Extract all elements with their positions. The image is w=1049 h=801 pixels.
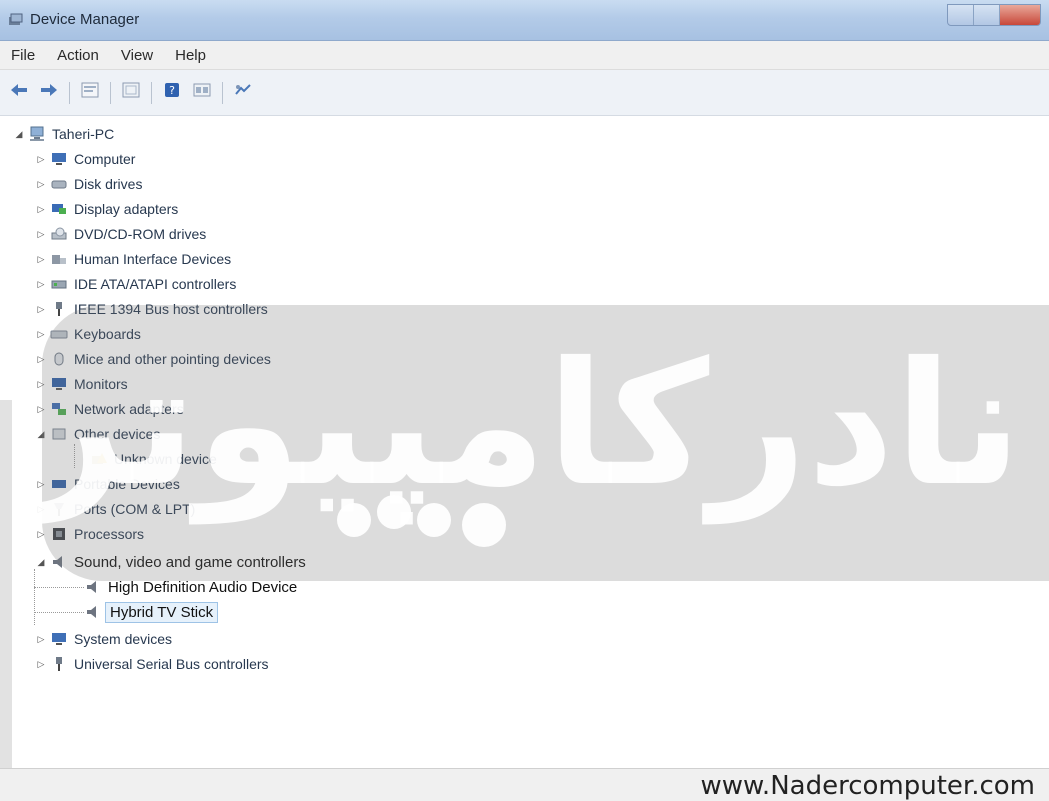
tree-item-label: Human Interface Devices [74, 251, 232, 267]
tree-root-label: Taheri-PC [52, 126, 115, 142]
system-device-icon [50, 630, 68, 648]
watermark-overlay: نادرکامپیوتر [26, 305, 1049, 581]
update-driver-icon [234, 82, 252, 103]
tree-connector [34, 612, 84, 613]
computer-root-icon [28, 125, 46, 143]
expand-arrow-icon[interactable]: ▷ [36, 254, 46, 265]
tree-item-system-devices[interactable]: ▷ System devices [36, 627, 173, 651]
title-bar: Device Manager [0, 0, 1049, 41]
hid-icon [50, 250, 68, 268]
tree-item-human-interface-devices[interactable]: ▷ Human Interface Devices [36, 247, 232, 271]
toolbar: ? [0, 70, 1049, 116]
expand-arrow-icon[interactable]: ▷ [36, 659, 46, 670]
properties-button[interactable] [77, 81, 103, 105]
tree-item-ide-ata-atapi-controllers[interactable]: ▷ IDE ATA/ATAPI controllers [36, 272, 237, 296]
back-button[interactable] [6, 81, 32, 105]
tree-item-label: Disk drives [74, 176, 143, 192]
website-watermark: www.Nadercomputer.com [700, 771, 1035, 801]
tree-item-display-adapters[interactable]: ▷ Display adapters [36, 197, 179, 221]
speaker-icon [84, 603, 102, 621]
svg-text:?: ? [169, 84, 175, 97]
forward-arrow-icon [40, 83, 58, 102]
tree-item-computer[interactable]: ▷ Computer [36, 147, 136, 171]
menu-view[interactable]: View [110, 47, 164, 64]
scan-hardware-icon [122, 82, 140, 103]
tree-item-label: System devices [74, 631, 173, 647]
window-title: Device Manager [30, 11, 140, 28]
watermark-logo-text: نادرکامپیوتر [26, 326, 1022, 524]
tree-item-usb-controllers[interactable]: ▷ Universal Serial Bus controllers [36, 652, 269, 676]
watermark-dots [337, 495, 506, 547]
properties-icon [81, 82, 99, 103]
dvd-drive-icon [50, 225, 68, 243]
toolbar-separator [110, 81, 111, 104]
menu-file[interactable]: File [0, 47, 46, 64]
tree-item-disk-drives[interactable]: ▷ Disk drives [36, 172, 143, 196]
device-manager-icon [8, 12, 24, 28]
devices-view-icon [193, 82, 211, 103]
expand-arrow-icon[interactable]: ▷ [36, 154, 46, 165]
back-arrow-icon [10, 83, 28, 102]
tree-connector [34, 569, 35, 625]
help-icon: ? [164, 82, 180, 103]
minimize-button[interactable] [948, 5, 974, 25]
menu-help[interactable]: Help [164, 47, 217, 64]
close-button[interactable] [1000, 5, 1040, 25]
expand-arrow-icon[interactable]: ▷ [36, 229, 46, 240]
usb-icon [50, 655, 68, 673]
expand-arrow-icon[interactable]: ▷ [36, 179, 46, 190]
expand-arrow-icon[interactable]: ▷ [36, 634, 46, 645]
status-bar: www.Nadercomputer.com [0, 768, 1049, 801]
menu-bar: File Action View Help [0, 41, 1049, 70]
tree-item-label: High Definition Audio Device [108, 578, 298, 596]
expand-arrow-icon[interactable]: ▷ [36, 304, 46, 315]
devices-view-button[interactable] [189, 81, 215, 105]
watermark-edge [0, 400, 12, 800]
tree-item-dvd-cd-rom-drives[interactable]: ▷ DVD/CD-ROM drives [36, 222, 207, 246]
tree-item-label: Computer [74, 151, 136, 167]
update-driver-button[interactable] [230, 81, 256, 105]
ide-controller-icon [50, 275, 68, 293]
tree-item-label: Universal Serial Bus controllers [74, 656, 269, 672]
maximize-button[interactable] [974, 5, 1000, 25]
disk-drive-icon [50, 175, 68, 193]
collapse-arrow-icon[interactable]: ◢ [36, 557, 46, 568]
collapse-arrow-icon[interactable]: ◢ [14, 129, 24, 140]
expand-arrow-icon[interactable]: ▷ [36, 204, 46, 215]
tree-item-label: DVD/CD-ROM drives [74, 226, 207, 242]
scan-hardware-button[interactable] [118, 81, 144, 105]
computer-icon [50, 150, 68, 168]
forward-button[interactable] [36, 81, 62, 105]
help-button[interactable]: ? [159, 81, 185, 105]
tree-root[interactable]: ◢ Taheri-PC [14, 122, 115, 146]
tree-item-label: IDE ATA/ATAPI controllers [74, 276, 237, 292]
expand-arrow-icon[interactable]: ▷ [36, 279, 46, 290]
tree-connector [34, 587, 84, 588]
toolbar-separator [222, 81, 223, 104]
display-adapter-icon [50, 200, 68, 218]
toolbar-separator [151, 81, 152, 104]
window-controls [947, 4, 1041, 26]
tree-item-label: Display adapters [74, 201, 179, 217]
toolbar-separator [69, 81, 70, 104]
menu-action[interactable]: Action [46, 47, 110, 64]
selected-tree-item-label: Hybrid TV Stick [105, 601, 219, 623]
tree-item-hybrid-tv-stick[interactable]: Hybrid TV Stick [84, 600, 219, 624]
